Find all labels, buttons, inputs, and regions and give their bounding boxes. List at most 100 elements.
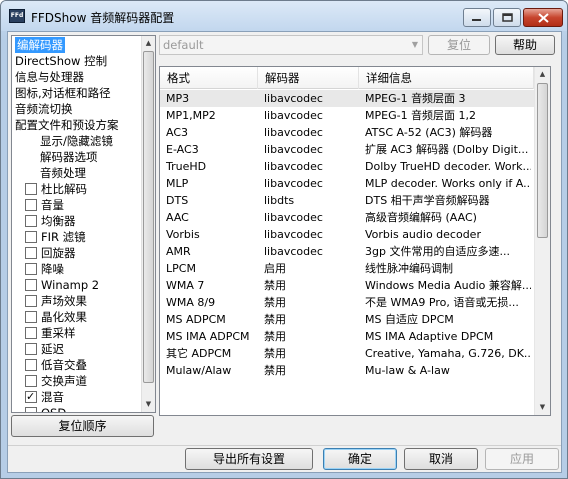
settings-tree[interactable]: OSD 混音 交换声道 低音交叠 延迟 重采样 晶化效果 声场效果 Winamp 2 降噪 回旋器 F… [11, 35, 156, 413]
scroll-up-icon[interactable]: ▲ [142, 36, 155, 50]
tree-item[interactable]: 音频处理 [40, 165, 86, 181]
tree-item-checkbox[interactable] [25, 327, 37, 339]
codec-row[interactable]: Vorbis libavcodec Vorbis audio decoder [160, 226, 534, 243]
codec-row[interactable]: AAC libavcodec 高级音频编解码 (AAC) [160, 209, 534, 226]
codec-decoder-cell: 禁用 [264, 330, 286, 343]
tree-item[interactable]: 信息与处理器 [15, 69, 84, 85]
tree-item[interactable]: OSD [25, 405, 66, 412]
tree-item[interactable]: 显示/隐藏滤镜 [40, 133, 113, 149]
codec-row[interactable]: AMR libavcodec 3gp 文件常用的自适应多速... [160, 243, 534, 260]
title-bar[interactable]: FFd FFDShow 音频解码器配置 [1, 1, 567, 31]
tree-item-checkbox[interactable] [25, 263, 37, 275]
tree-item-label: 信息与处理器 [15, 70, 84, 84]
tree-item-checkbox[interactable] [25, 375, 37, 387]
codec-format-cell: WMA 8/9 [166, 296, 216, 309]
codec-row[interactable]: TrueHD libavcodec Dolby TrueHD decoder. Wo… [160, 158, 534, 175]
apply-button[interactable]: 应用 [485, 448, 559, 470]
tree-item[interactable]: 回旋器 [25, 245, 76, 261]
column-details[interactable]: 详细信息 [359, 67, 534, 89]
tree-item-checkbox[interactable] [25, 199, 37, 211]
scroll-down-icon[interactable]: ▼ [536, 400, 549, 414]
codec-list[interactable]: 格式 解码器 详细信息 MP3 libavcodec MPEG-1 音频层面 3 MP… [159, 66, 551, 416]
tree-item[interactable]: Winamp 2 [25, 277, 99, 293]
tree-item[interactable]: 晶化效果 [25, 309, 87, 325]
tree-item[interactable]: 解码器选项 [40, 149, 98, 165]
column-format[interactable]: 格式 [160, 67, 258, 89]
list-scroll-thumb[interactable] [537, 83, 548, 238]
maximize-icon [501, 13, 513, 22]
scroll-down-icon[interactable]: ▼ [142, 397, 155, 411]
tree-item[interactable]: DirectShow 控制 [15, 53, 107, 69]
tree-item-checkbox[interactable] [25, 247, 37, 259]
tree-item-checkbox[interactable] [25, 407, 37, 412]
codec-row[interactable]: E-AC3 libavcodec 扩展 AC3 解码器 (Dolby Digit..… [160, 141, 534, 158]
tree-item[interactable]: 延迟 [25, 341, 64, 357]
tree-item-checkbox[interactable] [25, 311, 37, 323]
app-icon: FFd [9, 9, 25, 23]
tree-item-label: 解码器选项 [40, 150, 98, 164]
close-button[interactable] [523, 8, 563, 27]
export-all-button[interactable]: 导出所有设置 [185, 448, 313, 470]
tree-item[interactable]: 音频流切换 [15, 101, 73, 117]
tree-item[interactable]: 降噪 [25, 261, 64, 277]
tree-item-checkbox[interactable] [25, 231, 37, 243]
reset-order-button[interactable]: 复位顺序 [11, 415, 154, 437]
codec-row[interactable]: AC3 libavcodec ATSC A-52 (AC3) 解码器 [160, 124, 534, 141]
codec-format-cell: MS IMA ADPCM [166, 330, 250, 343]
preset-combo[interactable]: default ▼ [159, 35, 423, 55]
tree-item-checkbox[interactable] [25, 343, 37, 355]
reset-button[interactable]: 复位 [428, 35, 490, 55]
tree-item[interactable]: 编解码器 [15, 37, 65, 53]
tree-scrollbar[interactable]: ▲ ▼ [141, 36, 155, 412]
codec-row[interactable]: MS ADPCM 禁用 MS 自适应 DPCM [160, 311, 534, 328]
codec-row[interactable]: Mulaw/Alaw 禁用 Mu-law & A-law [160, 362, 534, 379]
codec-details-cell: MPEG-1 音频层面 3 [365, 92, 466, 105]
tree-item-label: Winamp 2 [41, 278, 100, 292]
tree-item-checkbox[interactable] [25, 183, 37, 195]
codec-decoder-cell: libavcodec [264, 126, 323, 139]
codec-decoder-cell: libavcodec [264, 245, 323, 258]
codec-row[interactable]: MP3 libavcodec MPEG-1 音频层面 3 [160, 90, 534, 107]
codec-decoder-cell: 禁用 [264, 296, 286, 309]
list-scrollbar[interactable]: ▲ ▼ [534, 67, 550, 415]
tree-item[interactable]: 音量 [25, 197, 64, 213]
scroll-up-icon[interactable]: ▲ [536, 67, 549, 81]
codec-row[interactable]: 其它 ADPCM 禁用 Creative, Yamaha, G.726, DK... [160, 345, 534, 362]
tree-item-checkbox[interactable] [25, 359, 37, 371]
tree-item[interactable]: 配置文件和预设方案 [15, 117, 119, 133]
tree-item-checkbox[interactable] [25, 389, 37, 405]
codec-row[interactable]: LPCM 启用 线性脉冲编码调制 [160, 260, 534, 277]
codec-row[interactable]: MP1,MP2 libavcodec MPEG-1 音频层面 1,2 [160, 107, 534, 124]
codec-row[interactable]: MLP libavcodec MLP decoder. Works only if … [160, 175, 534, 192]
tree-item[interactable]: 低音交叠 [25, 357, 87, 373]
codec-row[interactable]: DTS libdts DTS 相干声学音频解码器 [160, 192, 534, 209]
tree-item[interactable]: 声场效果 [25, 293, 87, 309]
tree-item[interactable]: 杜比解码 [25, 181, 87, 197]
codec-details-cell: MS IMA Adaptive DPCM [365, 330, 494, 343]
tree-item[interactable]: 均衡器 [25, 213, 76, 229]
codec-details-cell: Windows Media Audio 兼容解... [365, 279, 531, 292]
help-button[interactable]: 帮助 [495, 35, 555, 55]
chevron-down-icon: ▼ [411, 40, 418, 49]
codec-row[interactable]: WMA 7 禁用 Windows Media Audio 兼容解... [160, 277, 534, 294]
tree-item[interactable]: 混音 [25, 389, 64, 405]
tree-item[interactable]: 重采样 [25, 325, 76, 341]
maximize-button[interactable] [493, 8, 521, 27]
tree-scroll-thumb[interactable] [143, 51, 154, 383]
codec-format-cell: Mulaw/Alaw [166, 364, 232, 377]
tree-item-checkbox[interactable] [25, 279, 37, 291]
ok-button[interactable]: 确定 [323, 448, 397, 470]
codec-row[interactable]: MS IMA ADPCM 禁用 MS IMA Adaptive DPCM [160, 328, 534, 345]
tree-item[interactable]: 交换声道 [25, 373, 87, 389]
column-decoder[interactable]: 解码器 [258, 67, 359, 89]
tree-item-label: 音频流切换 [15, 102, 73, 116]
codec-format-cell: TrueHD [166, 160, 207, 173]
tree-item-checkbox[interactable] [25, 215, 37, 227]
tree-item-checkbox[interactable] [25, 295, 37, 307]
codec-row[interactable]: WMA 8/9 禁用 不是 WMA9 Pro, 语音或无损... [160, 294, 534, 311]
tree-item-label: 杜比解码 [41, 182, 87, 196]
tree-item[interactable]: FIR 滤镜 [25, 229, 86, 245]
tree-item[interactable]: 图标,对话框和路径 [15, 85, 111, 101]
cancel-button[interactable]: 取消 [404, 448, 478, 470]
minimize-button[interactable] [463, 8, 491, 27]
